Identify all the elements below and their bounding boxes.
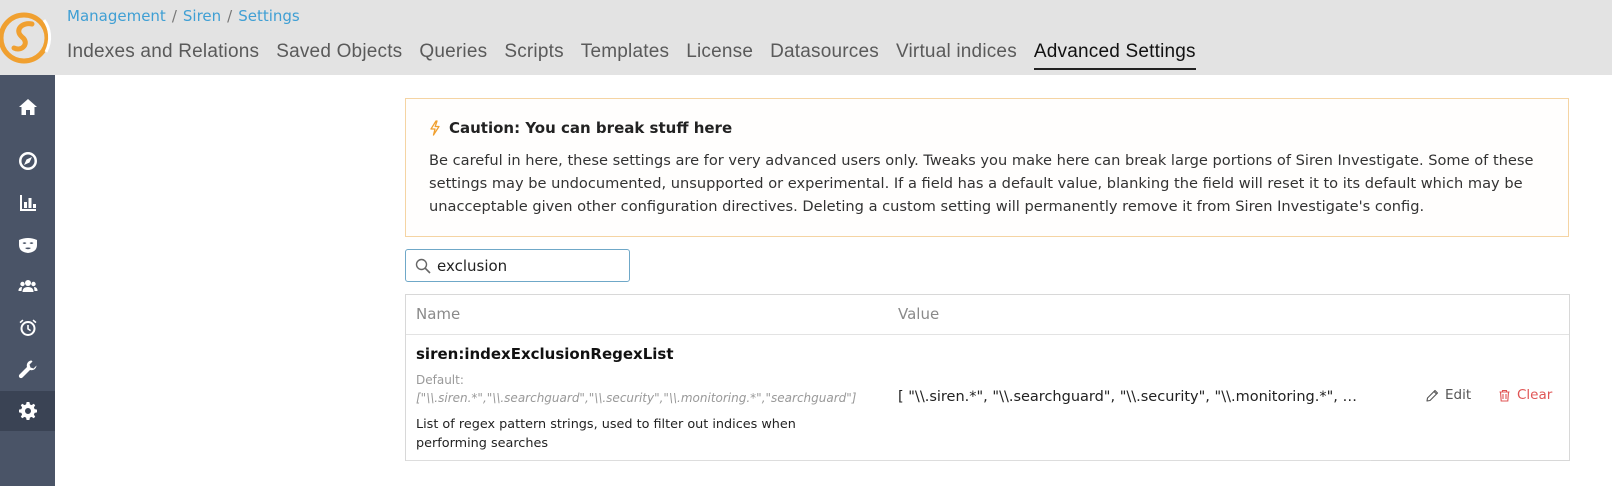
breadcrumb: Management / Siren / Settings xyxy=(67,7,300,25)
breadcrumb-management[interactable]: Management xyxy=(67,7,166,25)
settings-table: Name Value siren:indexExclusionRegexList… xyxy=(405,294,1570,461)
clear-button[interactable]: Clear xyxy=(1498,387,1552,403)
setting-name: siren:indexExclusionRegexList xyxy=(416,345,674,363)
sidebar-item-security[interactable] xyxy=(0,225,55,265)
siren-logo-icon xyxy=(0,12,52,64)
users-icon xyxy=(18,280,37,292)
tab-saved-objects[interactable]: Saved Objects xyxy=(276,41,402,70)
lightning-icon xyxy=(430,120,440,136)
gear-icon xyxy=(18,402,37,420)
tab-datasources[interactable]: Datasources xyxy=(770,41,879,70)
alarm-clock-icon xyxy=(19,319,36,336)
column-header-name: Name xyxy=(416,305,461,323)
wrench-icon xyxy=(18,360,36,379)
default-label: Default: xyxy=(416,373,464,387)
search-box[interactable] xyxy=(405,249,630,282)
management-tabs: Indexes and Relations Saved Objects Quer… xyxy=(67,41,1196,70)
trash-icon xyxy=(1499,389,1510,402)
tab-scripts[interactable]: Scripts xyxy=(504,41,563,70)
siren-logo[interactable] xyxy=(0,0,55,75)
sidebar-item-watcher[interactable] xyxy=(0,308,55,348)
caution-callout: Caution: You can break stuff here Be car… xyxy=(405,98,1569,237)
search-icon xyxy=(415,258,431,274)
clear-label: Clear xyxy=(1517,387,1553,403)
edit-label: Edit xyxy=(1445,387,1472,403)
compass-icon xyxy=(18,152,37,170)
breadcrumb-settings[interactable]: Settings xyxy=(238,7,300,25)
sidebar xyxy=(0,0,55,486)
home-icon xyxy=(18,99,37,115)
tab-templates[interactable]: Templates xyxy=(581,41,669,70)
caution-title-text: Caution: You can break stuff here xyxy=(449,119,733,137)
caution-title: Caution: You can break stuff here xyxy=(429,119,732,137)
sidebar-item-home[interactable] xyxy=(0,87,55,127)
tab-virtual-indices[interactable]: Virtual indices xyxy=(896,41,1017,70)
setting-description: List of regex pattern strings, used to f… xyxy=(416,417,796,451)
tab-indexes-and-relations[interactable]: Indexes and Relations xyxy=(67,41,259,70)
pencil-icon xyxy=(1426,389,1439,402)
header: Management / Siren / Settings Indexes and Re… xyxy=(55,0,1612,75)
bar-chart-icon xyxy=(19,195,36,211)
tab-queries[interactable]: Queries xyxy=(419,41,487,70)
tab-license[interactable]: License xyxy=(686,41,753,70)
search-input[interactable] xyxy=(437,256,617,275)
sidebar-item-discover[interactable] xyxy=(0,141,55,181)
tab-advanced-settings[interactable]: Advanced Settings xyxy=(1033,41,1196,70)
sidebar-item-visualize[interactable] xyxy=(0,183,55,223)
mask-icon xyxy=(18,238,37,253)
edit-button[interactable]: Edit xyxy=(1426,387,1471,403)
breadcrumb-separator: / xyxy=(227,7,233,25)
breadcrumb-separator: / xyxy=(171,7,177,25)
default-value: ["\\.siren.*","\\.searchguard","\\.secur… xyxy=(416,391,857,405)
caution-body: Be careful in here, these settings are f… xyxy=(429,152,1534,215)
column-header-value: Value xyxy=(898,305,940,323)
sidebar-item-management[interactable] xyxy=(0,391,55,431)
breadcrumb-siren[interactable]: Siren xyxy=(183,7,221,25)
setting-value: [ "\\.siren.*", "\\.searchguard", "\\.se… xyxy=(898,389,1363,405)
table-header: Name Value xyxy=(406,295,1569,335)
sidebar-item-users[interactable] xyxy=(0,266,55,306)
sidebar-item-dev-tools[interactable] xyxy=(0,349,55,389)
row-divider xyxy=(406,460,1371,461)
